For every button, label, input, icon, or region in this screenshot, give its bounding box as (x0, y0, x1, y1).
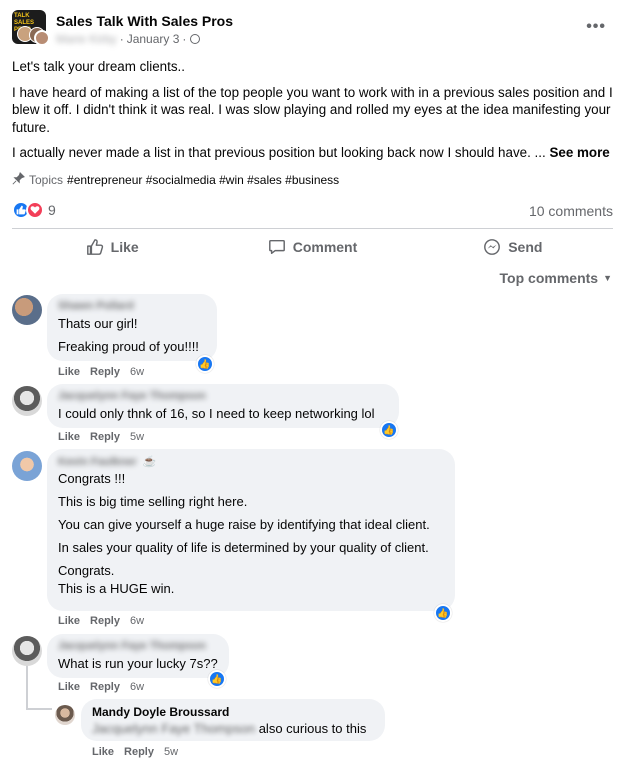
comment-bubble: Mandy Doyle Broussard Jacquelynn Faye Th… (81, 699, 385, 741)
topics-label: Topics (29, 173, 64, 187)
like-reaction-icon[interactable]: 👍 (196, 355, 214, 373)
post-meta: Marie Kirby · January 3 · (56, 32, 201, 46)
comment-like-button[interactable]: Like (58, 615, 80, 627)
more-options-icon[interactable]: ••• (586, 18, 606, 36)
author-name[interactable]: Marie Kirby (56, 32, 117, 46)
comment-timestamp[interactable]: 6w (130, 366, 144, 378)
comment-timestamp[interactable]: 5w (130, 431, 144, 443)
comment-icon (268, 239, 285, 255)
comment-like-button[interactable]: Like (58, 431, 80, 443)
pin-icon (12, 172, 25, 188)
mention-link[interactable]: Jacquelynn Faye Thompson (92, 721, 255, 736)
comment-timestamp[interactable]: 6w (130, 615, 144, 627)
coffee-cup-icon: ☕ (142, 456, 157, 468)
commenter-name[interactable]: Mandy Doyle Broussard (92, 705, 374, 719)
post-date[interactable]: January 3 (127, 32, 180, 46)
comment-like-button[interactable]: Like (92, 746, 114, 758)
comment-button[interactable]: Comment (212, 235, 412, 259)
comment-sort-dropdown[interactable]: Top comments ▼ (500, 270, 612, 286)
comment-bubble: Jacquelynn Faye Thompson I could only th… (47, 384, 399, 428)
commenter-name[interactable]: Kevin Faulkner (58, 456, 137, 468)
comment-actions: Like Reply 6w (58, 681, 144, 693)
like-button[interactable]: Like (12, 235, 212, 259)
action-bar: Like Comment Send (12, 235, 613, 259)
commenter-name[interactable]: Jacquelynn Faye Thompson (58, 390, 388, 404)
comment-timestamp[interactable]: 6w (130, 681, 144, 693)
comment-actions: Like Reply 5w (92, 746, 178, 758)
reaction-count: 9 (48, 202, 56, 218)
like-reaction-icon[interactable]: 👍 (380, 421, 398, 439)
like-reaction-icon[interactable]: 👍 (434, 604, 452, 622)
messenger-icon (484, 239, 501, 255)
avatar[interactable] (55, 705, 75, 725)
post-header: TALKSALESPROS Sales Talk With Sales Pros… (12, 10, 612, 50)
comment-reply-button[interactable]: Reply (124, 746, 154, 758)
thread-line (26, 708, 52, 710)
see-more-link[interactable]: See more (549, 145, 609, 160)
comment-timestamp[interactable]: 5w (164, 746, 178, 758)
avatar[interactable] (12, 636, 42, 666)
topic-tags[interactable]: #entrepreneur #socialmedia #win #sales #… (67, 173, 339, 187)
avatar[interactable] (12, 451, 42, 481)
comment-reply-button[interactable]: Reply (90, 681, 120, 693)
love-reaction-icon (26, 201, 44, 219)
thumbs-up-icon (86, 239, 103, 255)
comments-count[interactable]: 10 comments (529, 203, 613, 219)
comment-reply-button[interactable]: Reply (90, 366, 120, 378)
globe-icon (190, 34, 201, 44)
thread-line (26, 665, 28, 710)
comment-like-button[interactable]: Like (58, 681, 80, 693)
comment-actions: Like Reply 5w (58, 431, 144, 443)
reactions-summary[interactable]: 9 (12, 201, 56, 219)
commenter-name[interactable]: Jacquelynn Faye Thompson (58, 640, 218, 654)
comment-actions: Like Reply 6w (58, 615, 144, 627)
send-button[interactable]: Send (413, 235, 613, 259)
group-name[interactable]: Sales Talk With Sales Pros (56, 13, 233, 29)
comment-bubble: Kevin Faulkner ☕ Congrats !!! This is big… (47, 449, 455, 611)
author-avatar[interactable] (34, 30, 50, 46)
comment-reply-button[interactable]: Reply (90, 431, 120, 443)
avatar[interactable] (12, 386, 42, 416)
comment-like-button[interactable]: Like (58, 366, 80, 378)
comment-reply-button[interactable]: Reply (90, 615, 120, 627)
topics-row: Topics #entrepreneur #socialmedia #win #… (12, 172, 339, 188)
divider (12, 228, 613, 229)
comment-actions: Like Reply 6w (58, 366, 144, 378)
comment-bubble: Shawn Pollard Thats our girl! Freaking p… (47, 294, 217, 361)
post-body: Let's talk your dream clients.. I have h… (12, 59, 613, 160)
commenter-name[interactable]: Shawn Pollard (58, 300, 206, 314)
avatar[interactable] (12, 295, 42, 325)
like-reaction-icon[interactable]: 👍 (208, 670, 226, 688)
comment-bubble: Jacquelynn Faye Thompson What is run you… (47, 634, 229, 678)
chevron-down-icon: ▼ (603, 273, 612, 283)
